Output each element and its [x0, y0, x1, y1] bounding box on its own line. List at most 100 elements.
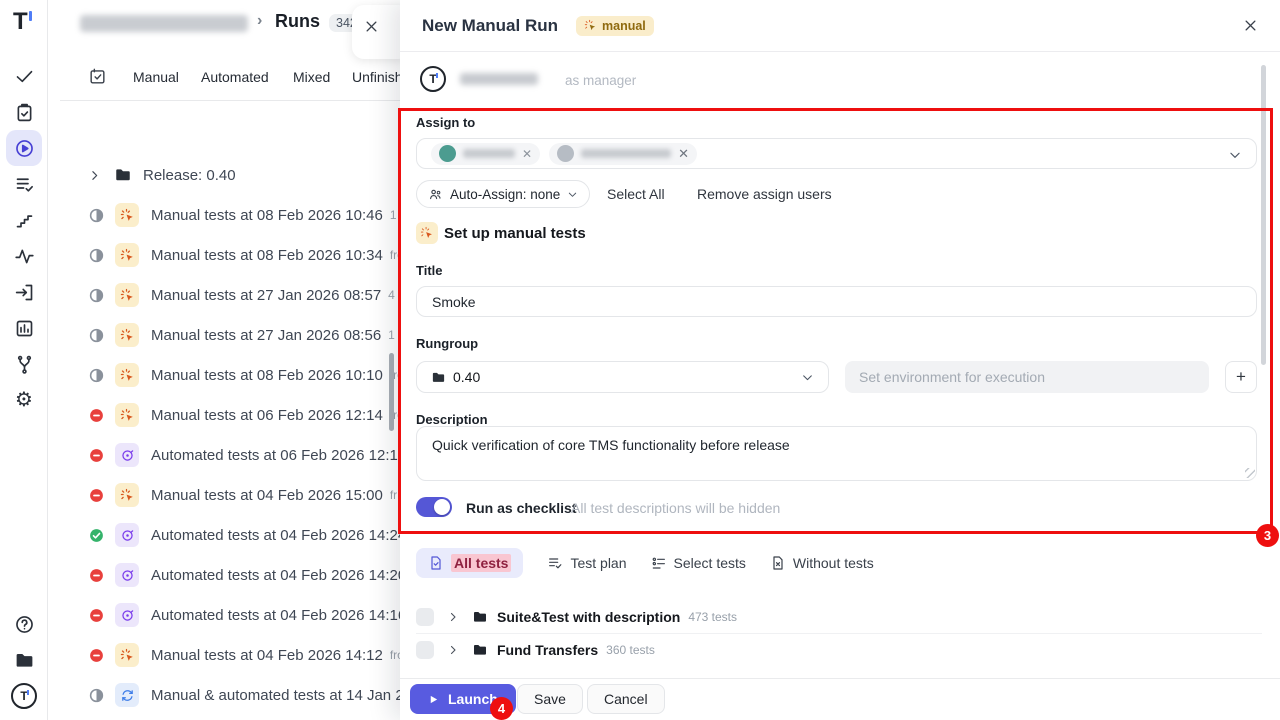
- tab-without-tests[interactable]: Without tests: [770, 548, 874, 578]
- close-icon[interactable]: [364, 19, 379, 34]
- profile-logo-icon: T: [11, 683, 37, 709]
- runs-scrollbar[interactable]: [389, 353, 394, 431]
- help-icon: [14, 614, 35, 635]
- tree-row[interactable]: Suite&Test with description 473 tests: [416, 601, 1262, 633]
- auto-assign-dropdown[interactable]: Auto-Assign: none: [416, 180, 590, 208]
- run-row[interactable]: Automated tests at 04 Feb 2026 14:16: [60, 595, 406, 635]
- sidebar-item-gear[interactable]: ⚙: [6, 382, 42, 418]
- modal-close-button[interactable]: [1243, 18, 1258, 33]
- run-row[interactable]: Automated tests at 04 Feb 2026 14:20: [60, 555, 406, 595]
- save-button[interactable]: Save: [517, 684, 583, 714]
- run-row[interactable]: Automated tests at 04 Feb 2026 14:24: [60, 515, 406, 555]
- description-textarea[interactable]: Quick verification of core TMS functiona…: [416, 426, 1257, 481]
- sidebar-item-branch[interactable]: [6, 346, 42, 382]
- rungroup-select[interactable]: 0.40: [416, 361, 829, 393]
- tab-select-tests[interactable]: Select tests: [651, 548, 746, 578]
- chevron-right-icon[interactable]: [447, 644, 459, 656]
- run-trailing-text: 1: [388, 328, 395, 342]
- run-row[interactable]: Manual tests at 08 Feb 2026 10:34 fro: [60, 235, 406, 275]
- assignee-chip[interactable]: ✕: [549, 143, 697, 165]
- sidebar-item-help[interactable]: [6, 606, 42, 642]
- sidebar-item-projects[interactable]: [6, 642, 42, 678]
- tabs-divider: [60, 100, 400, 101]
- modal-title: New Manual Run: [422, 16, 558, 36]
- cursor-click-icon: [120, 248, 135, 263]
- run-row[interactable]: Manual tests at 27 Jan 2026 08:57 4: [60, 275, 406, 315]
- title-label: Title: [416, 263, 443, 278]
- environment-input[interactable]: [845, 361, 1209, 393]
- run-row[interactable]: Manual tests at 04 Feb 2026 14:12 fro: [60, 635, 406, 675]
- chevron-down-icon[interactable]: [1228, 148, 1242, 162]
- app-logo-icon[interactable]: T: [13, 8, 28, 36]
- run-label: Manual tests at 08 Feb 2026 10:34: [151, 247, 383, 264]
- sidebar-item-pulse[interactable]: [6, 238, 42, 274]
- cycle-icon: [120, 688, 135, 703]
- sidebar-item-play-circle[interactable]: [6, 130, 42, 166]
- play-circle-icon: [14, 138, 35, 159]
- check-icon: [14, 66, 35, 87]
- footer-divider: [400, 678, 1280, 679]
- tree-row[interactable]: Fund Transfers 360 tests: [416, 634, 1262, 666]
- folder-icon: [114, 166, 132, 184]
- runs-list: Release: 0.40 Manual tests at 08 Feb 202…: [60, 155, 406, 720]
- folder-icon: [472, 609, 488, 625]
- manual-type-badge-label: manual: [602, 19, 646, 33]
- run-as-checklist-toggle[interactable]: [416, 497, 452, 517]
- assignee-chip[interactable]: ✕: [431, 143, 540, 165]
- breadcrumb-chevron-icon: ›: [257, 12, 262, 30]
- assign-to-multiselect[interactable]: ✕ ✕: [416, 138, 1257, 169]
- assignee-name-blurred: [581, 149, 671, 158]
- auto-assign-label: Auto-Assign: none: [450, 187, 560, 202]
- runs-filter-icon[interactable]: [88, 67, 107, 86]
- tab-all-tests[interactable]: All tests: [416, 548, 523, 578]
- run-label: Manual tests at 08 Feb 2026 10:46: [151, 207, 383, 224]
- run-row[interactable]: Manual tests at 04 Feb 2026 15:00 fr: [60, 475, 406, 515]
- new-manual-run-modal: New Manual Run manual T as manager Assig…: [400, 0, 1280, 720]
- sidebar: T ⚙ T: [0, 0, 48, 720]
- sidebar-item-steps[interactable]: [6, 202, 42, 238]
- remove-assignee-icon[interactable]: ✕: [522, 148, 532, 160]
- runs-tab-automated[interactable]: Automated: [201, 69, 269, 85]
- sidebar-item-profile-logo[interactable]: T: [6, 678, 42, 714]
- add-environment-button[interactable]: +: [1225, 361, 1257, 393]
- sidebar-item-check[interactable]: [6, 58, 42, 94]
- run-group-row[interactable]: Release: 0.40: [60, 155, 406, 195]
- suite-test-count: 473 tests: [688, 610, 737, 624]
- title-input[interactable]: [416, 286, 1257, 317]
- cancel-button[interactable]: Cancel: [587, 684, 665, 714]
- remove-assign-users-link[interactable]: Remove assign users: [697, 186, 832, 202]
- sidebar-item-clipboard-check[interactable]: [6, 94, 42, 130]
- remove-assignee-icon[interactable]: ✕: [678, 147, 689, 160]
- run-trailing-text: 4: [388, 288, 395, 302]
- sidebar-item-list-check[interactable]: [6, 166, 42, 202]
- run-row[interactable]: Manual tests at 27 Jan 2026 08:56 1: [60, 315, 406, 355]
- suite-checkbox[interactable]: [416, 641, 434, 659]
- suite-checkbox[interactable]: [416, 608, 434, 626]
- run-row[interactable]: Manual tests at 06 Feb 2026 12:14 fro: [60, 395, 406, 435]
- select-all-link[interactable]: Select All: [607, 186, 665, 202]
- run-row[interactable]: Manual tests at 08 Feb 2026 10:10 fro: [60, 355, 406, 395]
- run-label: Automated tests at 06 Feb 2026 12:12: [151, 447, 406, 464]
- sidebar-item-import[interactable]: [6, 274, 42, 310]
- suite-name: Fund Transfers: [497, 642, 598, 658]
- runs-tab-manual[interactable]: Manual: [133, 69, 179, 85]
- run-row[interactable]: Manual tests at 08 Feb 2026 10:46 1: [60, 195, 406, 235]
- runs-tab-mixed[interactable]: Mixed: [293, 69, 330, 85]
- resize-handle[interactable]: [1245, 468, 1255, 478]
- manual-run-icon: [115, 203, 139, 227]
- users-icon: [428, 187, 443, 202]
- chevron-right-icon[interactable]: [447, 611, 459, 623]
- run-row[interactable]: Automated tests at 06 Feb 2026 12:12: [60, 435, 406, 475]
- run-row[interactable]: Manual & automated tests at 14 Jan 2026: [60, 675, 406, 715]
- close-icon[interactable]: [1243, 18, 1258, 33]
- modal-scrollbar[interactable]: [1261, 65, 1266, 365]
- chevron-right-icon[interactable]: [88, 169, 101, 182]
- sidebar-item-analytics[interactable]: [6, 310, 42, 346]
- tab-test-plan[interactable]: Test plan: [547, 548, 626, 578]
- project-name-blurred[interactable]: [80, 15, 248, 32]
- run-label: Manual tests at 27 Jan 2026 08:56: [151, 327, 381, 344]
- suite-test-count: 360 tests: [606, 643, 655, 657]
- cursor-click-icon: [120, 648, 135, 663]
- run-label: Manual tests at 08 Feb 2026 10:10: [151, 367, 383, 384]
- list-check-icon: [547, 555, 563, 571]
